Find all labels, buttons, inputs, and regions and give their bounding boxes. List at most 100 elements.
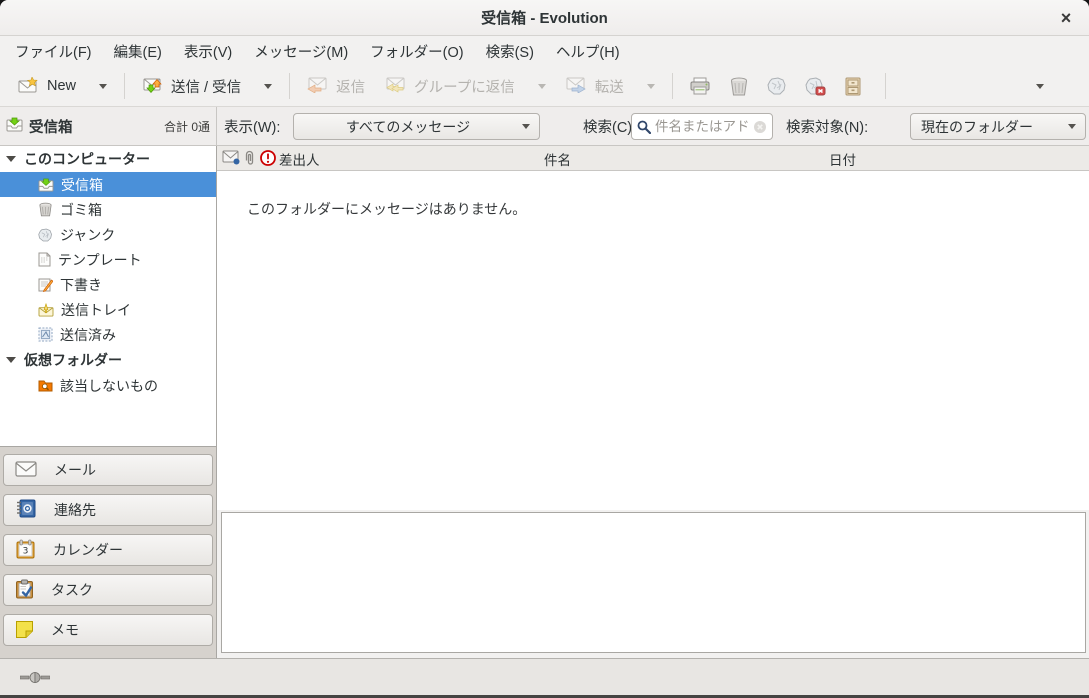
search-input[interactable] bbox=[655, 119, 749, 134]
send-receive-icon bbox=[142, 76, 162, 96]
search-scope-value: 現在のフォルダー bbox=[911, 117, 1068, 137]
archive-icon bbox=[844, 77, 862, 96]
search-folder-icon bbox=[38, 379, 53, 392]
preview-pane[interactable] bbox=[221, 512, 1086, 653]
junk-icon bbox=[767, 77, 787, 95]
junk-icon bbox=[38, 228, 53, 242]
title-bar: 受信箱 - Evolution × bbox=[0, 0, 1089, 36]
folder-unmatched[interactable]: 該当しないもの bbox=[0, 373, 216, 398]
search-box bbox=[631, 113, 773, 140]
search-scope-arrow-icon bbox=[1068, 124, 1076, 129]
reply-group-button[interactable]: グループに返信 bbox=[375, 70, 556, 103]
column-date[interactable]: 日付 bbox=[829, 146, 856, 171]
message-list-header: 差出人 件名 日付 bbox=[217, 146, 1089, 171]
online-plug-icon bbox=[20, 671, 50, 684]
expander-icon[interactable] bbox=[6, 156, 16, 162]
expander-icon[interactable] bbox=[6, 357, 16, 363]
menu-message[interactable]: メッセージ(M) bbox=[243, 37, 359, 66]
new-dropdown-arrow[interactable] bbox=[99, 84, 107, 89]
mail-icon bbox=[15, 461, 37, 480]
folder-drafts[interactable]: 下書き bbox=[0, 272, 216, 297]
reply-icon bbox=[307, 77, 327, 96]
menu-edit[interactable]: 編集(E) bbox=[103, 37, 173, 66]
menu-view[interactable]: 表示(V) bbox=[173, 37, 243, 66]
folder-outbox[interactable]: 送信トレイ bbox=[0, 297, 216, 322]
new-button-label: New bbox=[47, 78, 76, 94]
switcher-calendar-button[interactable]: 3 カレンダー bbox=[3, 534, 213, 566]
send-receive-dropdown-arrow[interactable] bbox=[264, 84, 272, 89]
inbox-icon bbox=[38, 178, 54, 192]
archive-button[interactable] bbox=[835, 71, 871, 102]
menu-file[interactable]: ファイル(F) bbox=[4, 37, 103, 66]
send-receive-label: 送信 / 受信 bbox=[171, 76, 241, 97]
show-filter-label: 表示(W): bbox=[224, 107, 280, 145]
new-mail-icon bbox=[18, 77, 38, 96]
menu-help[interactable]: ヘルプ(H) bbox=[545, 37, 631, 66]
search-icon bbox=[637, 120, 651, 134]
sent-icon bbox=[38, 327, 53, 342]
template-icon bbox=[38, 252, 51, 267]
evolution-window: 受信箱 - Evolution × ファイル(F) 編集(E) 表示(V) メッ… bbox=[0, 0, 1089, 698]
clear-search-icon[interactable] bbox=[753, 120, 767, 134]
print-button[interactable] bbox=[680, 71, 720, 101]
reply-group-dropdown-arrow[interactable] bbox=[538, 84, 546, 89]
toolbar-separator bbox=[885, 73, 886, 99]
folder-templates[interactable]: テンプレート bbox=[0, 247, 216, 272]
menu-folder[interactable]: フォルダー(O) bbox=[359, 37, 474, 66]
menu-search[interactable]: 検索(S) bbox=[475, 37, 545, 66]
reply-group-label: グループに返信 bbox=[414, 76, 515, 97]
switcher-memos-button[interactable]: メモ bbox=[3, 614, 213, 646]
menu-bar: ファイル(F) 編集(E) 表示(V) メッセージ(M) フォルダー(O) 検索… bbox=[0, 36, 1089, 66]
junk-button[interactable] bbox=[758, 71, 796, 101]
status-column-icon[interactable] bbox=[222, 150, 240, 165]
tasks-icon bbox=[15, 579, 34, 602]
tree-group-search-folders[interactable]: 仮想フォルダー bbox=[0, 347, 216, 373]
folder-junk[interactable]: ジャンク bbox=[0, 222, 216, 247]
send-receive-button[interactable]: 送信 / 受信 bbox=[132, 70, 282, 103]
forward-icon bbox=[566, 77, 586, 96]
toolbar-overflow-button[interactable] bbox=[1027, 78, 1053, 95]
folder-tree: このコンピューター 受信箱 ゴミ箱 ジャンク テンプレート bbox=[0, 146, 217, 447]
not-junk-icon bbox=[805, 77, 826, 96]
window-title: 受信箱 - Evolution bbox=[481, 7, 608, 28]
search-scope-dropdown[interactable]: 現在のフォルダー bbox=[910, 113, 1086, 140]
toolbar-separator bbox=[672, 73, 673, 99]
component-switcher: メール 連絡先 3 カレンダー タスク メモ bbox=[0, 447, 217, 658]
not-junk-button[interactable] bbox=[796, 71, 835, 102]
trash-icon bbox=[729, 77, 749, 96]
status-bar bbox=[0, 658, 1089, 695]
close-button[interactable]: × bbox=[1053, 5, 1079, 31]
overflow-arrow-icon bbox=[1036, 84, 1044, 89]
forward-label: 転送 bbox=[595, 76, 624, 97]
show-filter-arrow-icon bbox=[522, 124, 530, 129]
new-message-button[interactable]: New bbox=[8, 71, 117, 102]
column-from[interactable]: 差出人 bbox=[279, 146, 320, 171]
show-filter-value: すべてのメッセージ bbox=[294, 117, 522, 137]
show-filter-dropdown[interactable]: すべてのメッセージ bbox=[293, 113, 540, 140]
trash-icon bbox=[38, 202, 53, 217]
message-list[interactable]: このフォルダーにメッセージはありません。 bbox=[217, 171, 1089, 510]
toolbar-separator bbox=[124, 73, 125, 99]
reply-button[interactable]: 返信 bbox=[297, 70, 375, 103]
attachment-column-icon[interactable] bbox=[243, 150, 256, 167]
switcher-mail-button[interactable]: メール bbox=[3, 454, 213, 486]
svg-text:3: 3 bbox=[23, 546, 29, 556]
delete-button[interactable] bbox=[720, 71, 758, 102]
column-subject[interactable]: 件名 bbox=[544, 146, 571, 171]
forward-button[interactable]: 転送 bbox=[556, 70, 665, 103]
current-folder-header: 受信箱 合計 0通 bbox=[0, 107, 217, 145]
tree-group-this-computer[interactable]: このコンピューター bbox=[0, 146, 216, 172]
current-folder-name: 受信箱 bbox=[29, 116, 73, 137]
switcher-tasks-button[interactable]: タスク bbox=[3, 574, 213, 606]
folder-sent[interactable]: 送信済み bbox=[0, 322, 216, 347]
inbox-icon bbox=[6, 117, 23, 135]
calendar-icon: 3 bbox=[15, 539, 36, 562]
online-status-button[interactable] bbox=[16, 667, 54, 688]
folder-trash[interactable]: ゴミ箱 bbox=[0, 197, 216, 222]
folder-total-count: 合計 0通 bbox=[164, 118, 210, 135]
toolbar-separator bbox=[289, 73, 290, 99]
switcher-contacts-button[interactable]: 連絡先 bbox=[3, 494, 213, 526]
important-column-icon[interactable] bbox=[260, 150, 276, 166]
forward-dropdown-arrow[interactable] bbox=[647, 84, 655, 89]
folder-inbox[interactable]: 受信箱 bbox=[0, 172, 216, 197]
